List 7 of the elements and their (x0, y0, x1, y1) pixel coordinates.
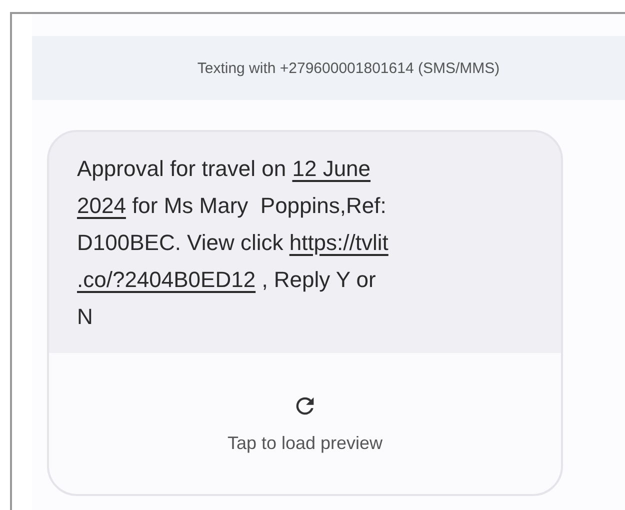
link[interactable]: .co/?2404B0ED12 (77, 267, 256, 292)
load-preview-button[interactable]: Tap to load preview (49, 353, 561, 494)
link[interactable]: 12 June (292, 156, 371, 181)
texting-with-label: Texting with +279600001801614 (SMS/MMS) (197, 60, 500, 76)
link[interactable]: https://tvlit (289, 230, 388, 255)
link[interactable]: 2024 (77, 193, 126, 218)
message-text: Approval for travel on 12 June 2024 for Ms Mary Poppins,Ref: D100BEC. View click https://tvlit .co/?2404B0ED12 , Reply Y or N (76, 155, 390, 331)
